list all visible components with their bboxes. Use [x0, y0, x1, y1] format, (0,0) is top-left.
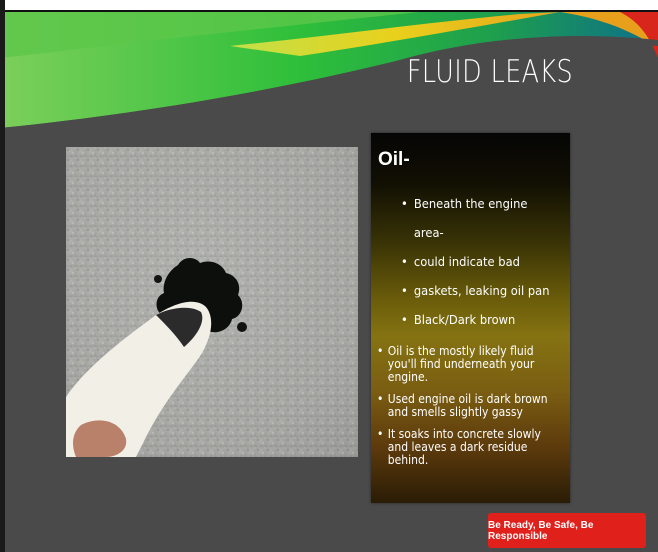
slogan-badge: Be Ready, Be Safe, Be Responsible	[488, 513, 646, 548]
sub-point: Beneath the engine area-	[401, 189, 553, 247]
left-border	[0, 0, 5, 552]
oil-stain-image	[66, 147, 358, 457]
sub-point: gaskets, leaking oil pan	[401, 276, 553, 305]
main-point: It soaks into concrete slowly and leaves…	[377, 428, 548, 467]
main-point: Oil is the mostly likely fluid you'll fi…	[377, 345, 548, 384]
oil-info-panel: Oil- Beneath the engine area- could indi…	[371, 133, 570, 503]
panel-heading: Oil-	[378, 149, 410, 170]
slide: FLUID LEAKS Oil- • Beneath the engine ar…	[0, 0, 658, 552]
sub-point: Black/Dark brown	[401, 305, 553, 334]
slide-title: FLUID LEAKS	[406, 54, 574, 90]
main-point: Used engine oil is dark brown and smells…	[377, 393, 548, 419]
top-border-line	[0, 10, 658, 12]
sub-point-list: Beneath the engine area- could indicate …	[401, 189, 566, 334]
main-point-list: Oil is the mostly likely fluid you'll fi…	[377, 345, 567, 476]
sub-point: could indicate bad	[401, 247, 553, 276]
oil-stain-photo	[66, 147, 358, 457]
